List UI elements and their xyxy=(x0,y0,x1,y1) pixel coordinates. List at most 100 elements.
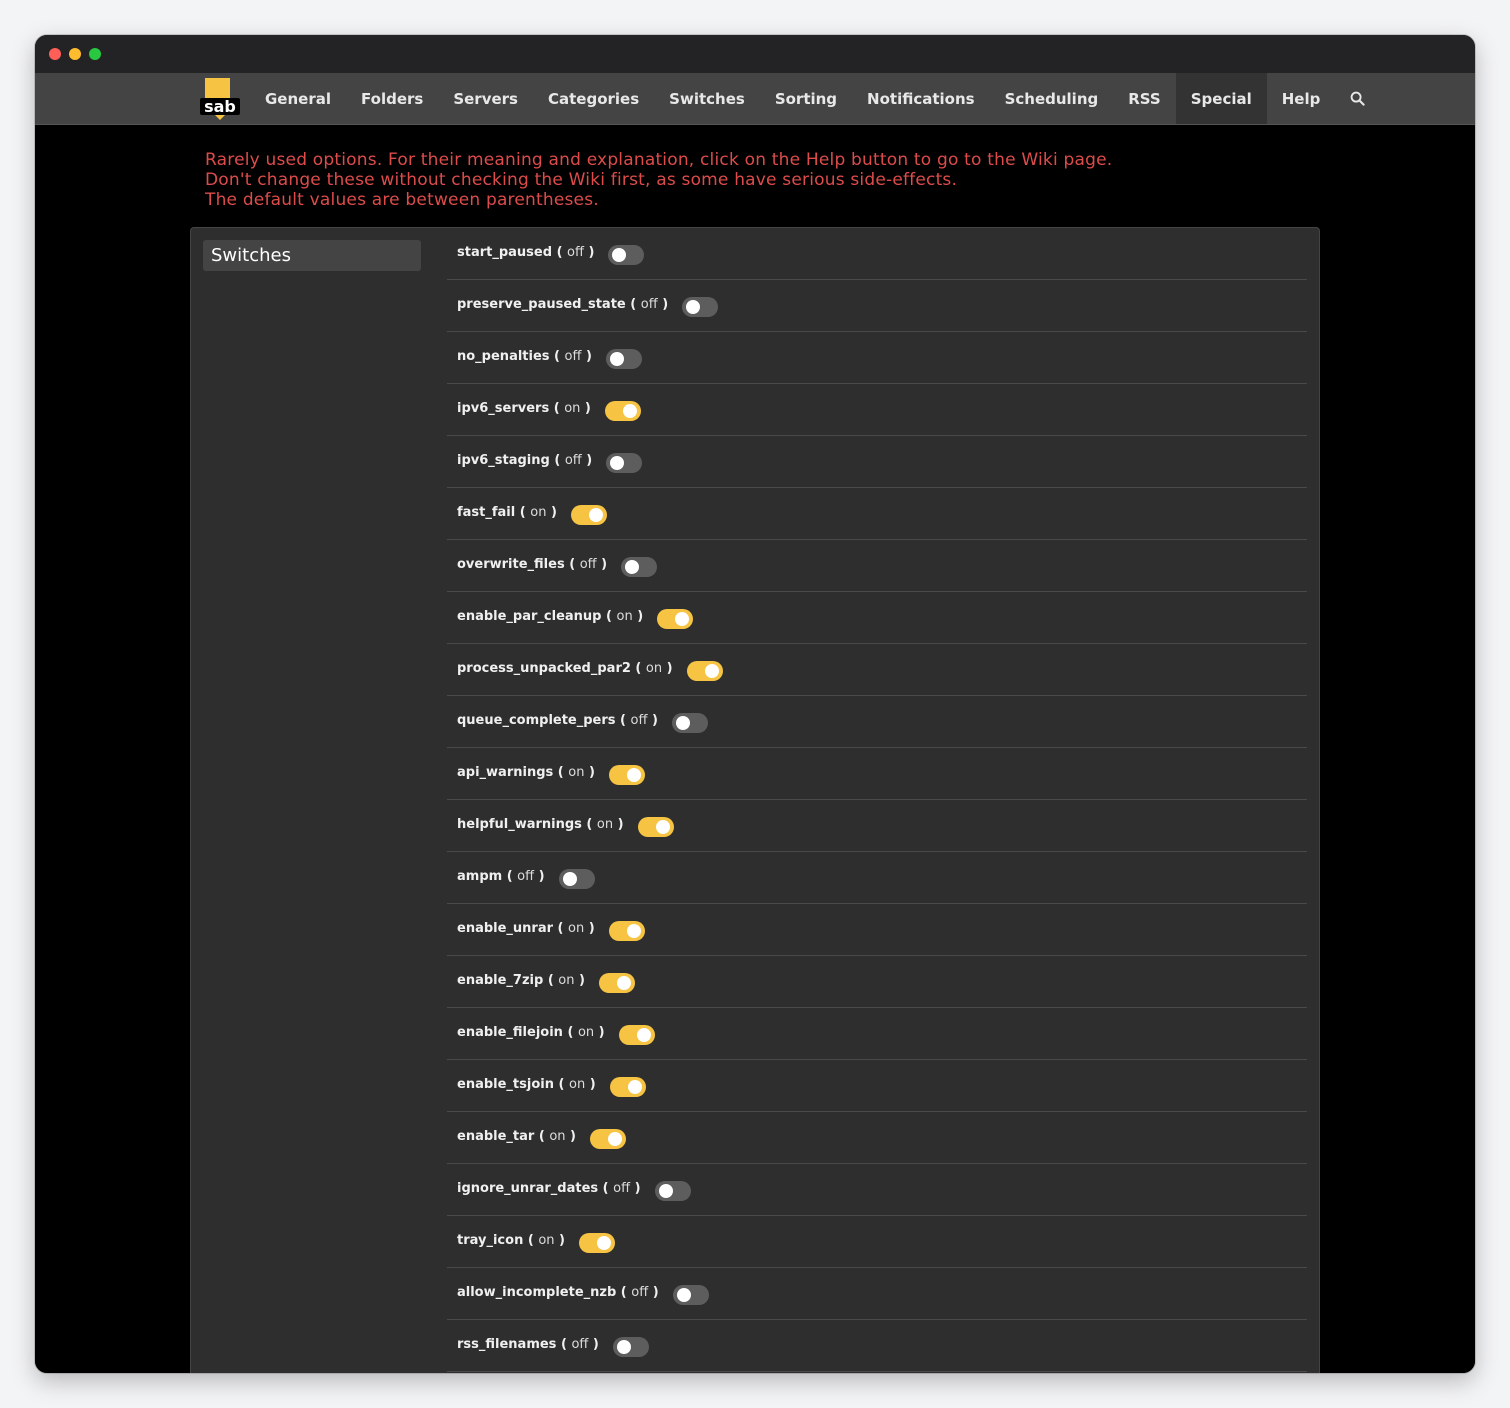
toggle-ignore_unrar_dates[interactable] xyxy=(654,1181,691,1201)
toggle-enable_7zip[interactable] xyxy=(598,973,635,993)
warning-line-2: Don't change these without checking the … xyxy=(205,170,958,190)
default-close-paren: ) xyxy=(662,661,673,676)
switches-list: start_paused ( off ) preserve_paused_stat… xyxy=(447,228,1307,1372)
toggle-overwrite_files[interactable] xyxy=(621,557,658,577)
default-open-paren: ( xyxy=(549,453,565,468)
switch-label: enable_unrar ( on ) xyxy=(457,921,595,936)
switch-default-value: off xyxy=(517,869,535,884)
switch-key: allow_incomplete_nzb xyxy=(457,1285,617,1300)
switch-default-value: off xyxy=(630,713,648,728)
toggle-fast_fail[interactable] xyxy=(570,505,607,525)
toggle-preserve_paused_state[interactable] xyxy=(682,297,719,317)
switch-default-value: on xyxy=(568,765,585,780)
search-button[interactable] xyxy=(1335,73,1380,124)
toggle-no_penalties[interactable] xyxy=(605,349,642,369)
switch-row-ipv6_staging: ipv6_staging ( off ) xyxy=(447,436,1307,488)
switch-default-value: off xyxy=(564,349,582,364)
nav-item-categories[interactable]: Categories xyxy=(533,73,654,124)
default-open-paren: ( xyxy=(549,401,565,416)
toggle-ipv6_servers[interactable] xyxy=(604,401,641,421)
default-open-paren: ( xyxy=(543,973,559,988)
toggle-enable_tsjoin[interactable] xyxy=(609,1077,646,1097)
toggle-knob xyxy=(675,716,690,730)
default-close-paren: ) xyxy=(647,713,658,728)
switch-row-queue_complete_pers: queue_complete_pers ( off ) xyxy=(447,696,1307,748)
default-close-paren: ) xyxy=(585,1077,596,1092)
nav-item-sorting[interactable]: Sorting xyxy=(760,73,852,124)
switch-default-value: off xyxy=(640,297,658,312)
switch-row-overwrite_files: overwrite_files ( off ) xyxy=(447,540,1307,592)
toggle-enable_unrar[interactable] xyxy=(608,921,645,941)
toggle-helpful_warnings[interactable] xyxy=(637,817,674,837)
maximize-window-button[interactable] xyxy=(89,48,101,60)
toggle-rss_filenames[interactable] xyxy=(612,1337,649,1357)
toggle-api_warnings[interactable] xyxy=(608,765,645,785)
toggle-enable_filejoin[interactable] xyxy=(618,1025,655,1045)
switch-row-ignore_unrar_dates: ignore_unrar_dates ( off ) xyxy=(447,1164,1307,1216)
switch-default-value: on xyxy=(568,921,585,936)
toggle-ipv6_staging[interactable] xyxy=(606,453,643,473)
toggle-enable_tar[interactable] xyxy=(590,1129,626,1149)
toggle-knob xyxy=(616,1340,631,1354)
switch-label: tray_icon ( on ) xyxy=(457,1233,565,1248)
toggle-knob xyxy=(616,976,631,990)
toggle-knob xyxy=(597,1236,611,1250)
title-bar xyxy=(35,35,1475,73)
sabnzbd-logo[interactable]: sab xyxy=(200,78,240,120)
default-close-paren: ) xyxy=(648,1285,659,1300)
toggle-knob xyxy=(626,924,641,938)
switch-row-api_warnings: api_warnings ( on ) xyxy=(447,748,1307,800)
toggle-start_paused[interactable] xyxy=(608,245,645,265)
nav-item-special[interactable]: Special xyxy=(1175,73,1267,124)
switch-label: enable_7zip ( on ) xyxy=(457,973,585,988)
switch-key: overwrite_files xyxy=(457,557,565,572)
warning-line-3: The default values are between parenthes… xyxy=(205,190,599,210)
switch-key: enable_unrar xyxy=(457,921,554,936)
nav-item-general[interactable]: General xyxy=(250,73,346,124)
default-open-paren: ( xyxy=(601,609,617,624)
switch-label: allow_incomplete_nzb ( off ) xyxy=(457,1285,659,1300)
nav-item-rss[interactable]: RSS xyxy=(1113,73,1175,124)
toggle-knob xyxy=(676,1288,691,1302)
toggle-process_unpacked_par2[interactable] xyxy=(686,661,723,681)
toggle-allow_incomplete_nzb[interactable] xyxy=(672,1285,709,1305)
default-close-paren: ) xyxy=(554,1233,565,1248)
switch-row-helpful_warnings: helpful_warnings ( on ) xyxy=(447,800,1307,852)
warning-line-1: Rarely used options. For their meaning a… xyxy=(205,150,1113,170)
toggle-ampm[interactable] xyxy=(558,869,595,889)
close-window-button[interactable] xyxy=(49,48,61,60)
switch-default-value: off xyxy=(631,1285,649,1300)
switch-label: preserve_paused_state ( off ) xyxy=(457,297,668,312)
default-close-paren: ) xyxy=(588,1337,599,1352)
toggle-knob xyxy=(675,612,690,626)
toggle-knob xyxy=(612,248,627,262)
nav-item-servers[interactable]: Servers xyxy=(438,73,533,124)
switch-label: ipv6_servers ( on ) xyxy=(457,401,591,416)
default-close-paren: ) xyxy=(565,1129,576,1144)
nav-item-help[interactable]: Help xyxy=(1267,73,1336,124)
default-close-paren: ) xyxy=(583,245,595,260)
switch-label: helpful_warnings ( on ) xyxy=(457,817,624,832)
nav-item-notifications[interactable]: Notifications xyxy=(852,73,990,124)
toggle-knob xyxy=(704,664,719,678)
toggle-tray_icon[interactable] xyxy=(579,1233,615,1253)
default-open-paren: ( xyxy=(553,765,569,780)
toggle-knob xyxy=(588,508,603,522)
switch-default-value: on xyxy=(558,973,575,988)
nav-item-folders[interactable]: Folders xyxy=(346,73,438,124)
minimize-window-button[interactable] xyxy=(69,48,81,60)
switch-default-value: on xyxy=(549,1129,566,1144)
nav-item-switches[interactable]: Switches xyxy=(654,73,760,124)
toggle-enable_par_cleanup[interactable] xyxy=(657,609,694,629)
switch-default-value: on xyxy=(564,401,581,416)
toggle-queue_complete_pers[interactable] xyxy=(671,713,708,733)
switch-row-enable_filejoin: enable_filejoin ( on ) xyxy=(447,1008,1307,1060)
default-close-paren: ) xyxy=(574,973,585,988)
default-open-paren: ( xyxy=(564,557,580,572)
default-close-paren: ) xyxy=(546,505,557,520)
default-close-paren: ) xyxy=(613,817,624,832)
switch-default-value: on xyxy=(645,661,663,676)
nav-item-scheduling[interactable]: Scheduling xyxy=(990,73,1114,124)
toggle-knob xyxy=(622,404,637,418)
switch-key: enable_tar xyxy=(457,1129,535,1144)
